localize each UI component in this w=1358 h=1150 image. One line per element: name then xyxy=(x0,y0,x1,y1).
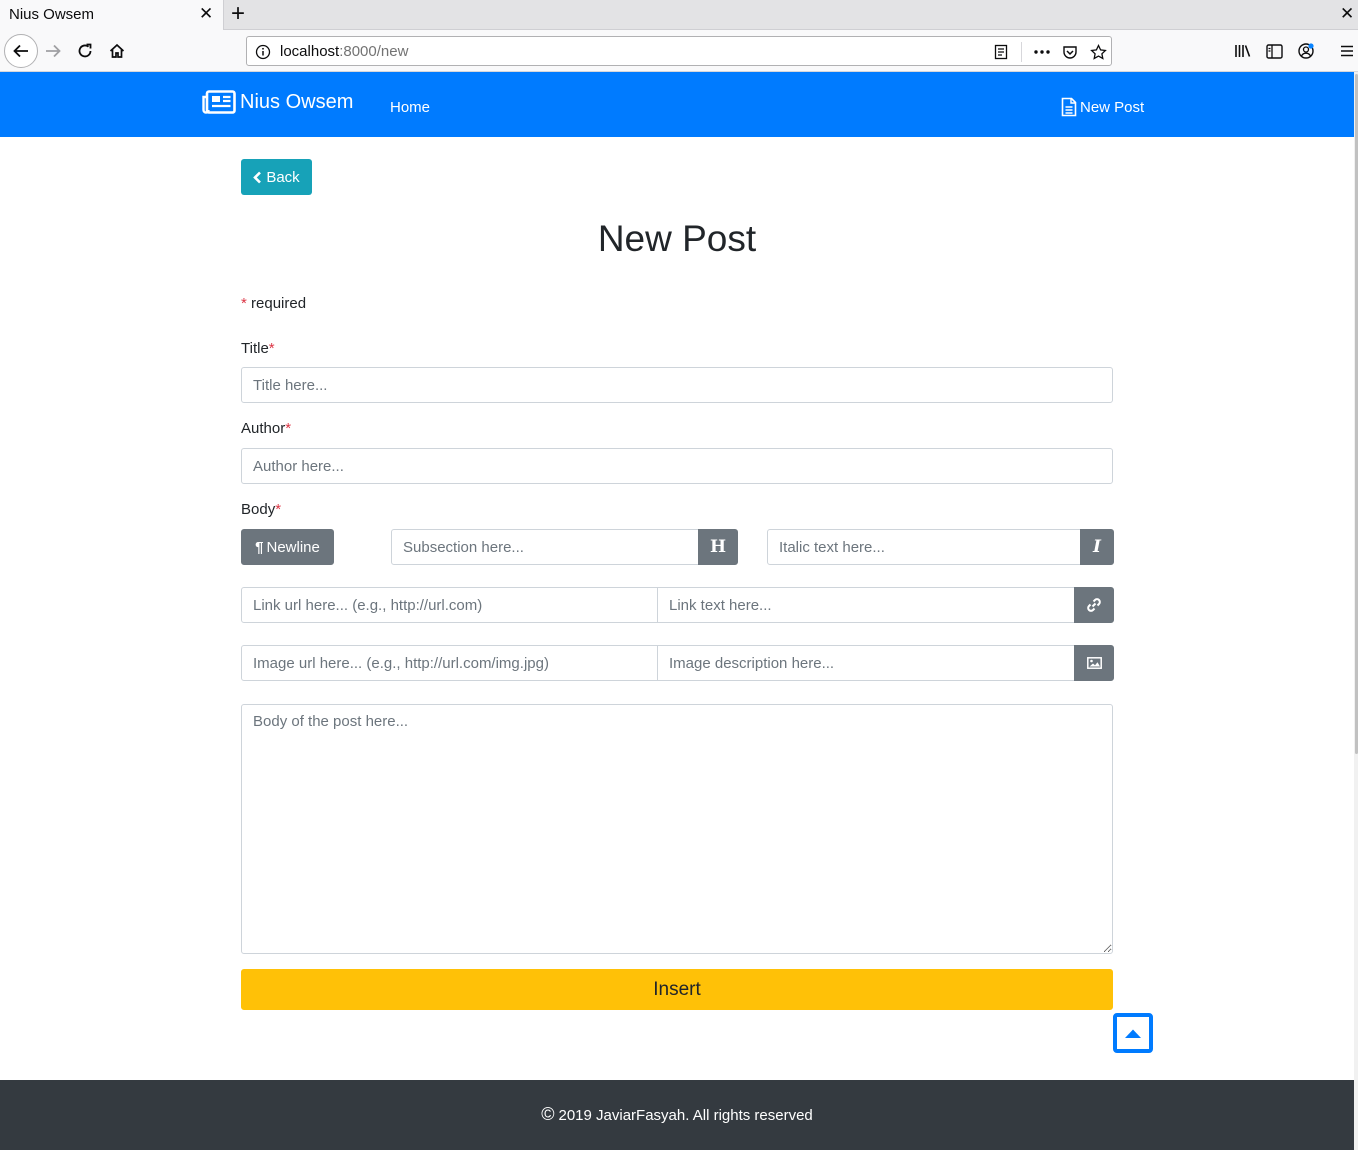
browser-back-icon[interactable] xyxy=(4,34,38,68)
nav-home-link[interactable]: Home xyxy=(390,99,430,116)
url-path: :8000/new xyxy=(339,43,409,60)
author-label: Author* xyxy=(241,420,291,437)
home-icon[interactable] xyxy=(102,36,132,66)
insert-button[interactable]: Insert xyxy=(241,969,1113,1010)
body-label-text: Body xyxy=(241,501,276,518)
browser-tab[interactable]: Nius Owsem ✕ xyxy=(0,0,224,30)
bookmark-star-icon[interactable] xyxy=(1087,41,1109,63)
required-star: * xyxy=(241,295,247,312)
title-required-star: * xyxy=(268,340,275,357)
back-button-label: Back xyxy=(266,168,300,186)
browser-tabstrip: Nius Owsem ✕ + ✕ xyxy=(0,0,1358,30)
tab-close-icon[interactable]: ✕ xyxy=(199,4,213,24)
url-host: localhost xyxy=(280,43,340,60)
pocket-icon[interactable] xyxy=(1059,41,1081,63)
author-input[interactable] xyxy=(241,448,1113,484)
footer-text: 2019 JaviarFasyah. All rights reserved xyxy=(558,1106,813,1124)
copyright-icon: © xyxy=(541,1103,555,1124)
back-button[interactable]: Back xyxy=(241,159,312,195)
url-bar[interactable]: localhost:8000/new xyxy=(246,36,1112,66)
insert-image-button[interactable] xyxy=(1074,645,1114,681)
link-icon xyxy=(1087,598,1101,612)
newspaper-icon xyxy=(202,90,236,114)
body-textarea[interactable] xyxy=(241,704,1113,954)
site-navbar: Nius Owsem Home New Post xyxy=(0,72,1354,137)
paragraph-icon: ¶ xyxy=(255,538,264,556)
heading-button[interactable]: H xyxy=(698,529,738,565)
browser-forward-icon[interactable] xyxy=(38,36,68,66)
image-icon xyxy=(1086,657,1102,669)
account-icon[interactable] xyxy=(1291,36,1321,66)
italic-input[interactable] xyxy=(767,529,1081,565)
window-close-icon[interactable]: ✕ xyxy=(1340,4,1354,24)
page-actions-icon[interactable] xyxy=(1031,41,1053,63)
image-description-input[interactable] xyxy=(657,645,1075,681)
url-separator xyxy=(1021,42,1022,62)
site-footer: © 2019 JaviarFasyah. All rights reserved xyxy=(0,1080,1354,1150)
reader-view-icon[interactable] xyxy=(990,41,1012,63)
insert-link-button[interactable] xyxy=(1074,587,1114,623)
body-required-star: * xyxy=(275,501,282,518)
page-title: New Post xyxy=(597,218,757,259)
author-required-star: * xyxy=(285,420,292,437)
caret-up-icon xyxy=(1125,1029,1141,1038)
italic-button[interactable]: I xyxy=(1080,529,1114,565)
scroll-to-top-button[interactable] xyxy=(1113,1013,1153,1053)
brand-link[interactable]: Nius Owsem xyxy=(202,90,353,114)
chevron-left-icon xyxy=(253,171,262,183)
tab-title: Nius Owsem xyxy=(9,6,95,23)
browser-toolbar: localhost:8000/new xyxy=(0,30,1358,72)
title-label-text: Title xyxy=(241,340,269,357)
title-input[interactable] xyxy=(241,367,1113,403)
site-info-icon[interactable] xyxy=(252,41,274,63)
link-url-input[interactable] xyxy=(241,587,658,623)
author-label-text: Author xyxy=(241,420,286,437)
url-text: localhost:8000/new xyxy=(280,43,408,60)
brand-name: Nius Owsem xyxy=(240,90,354,113)
newline-button-label: Newline xyxy=(266,538,320,556)
nav-new-post-link[interactable]: New Post xyxy=(1061,97,1144,117)
body-label: Body* xyxy=(241,501,281,518)
required-note: * required xyxy=(241,295,306,312)
file-icon xyxy=(1061,97,1077,117)
heading-icon: H xyxy=(709,537,727,557)
newline-button[interactable]: ¶ Newline xyxy=(241,529,334,565)
required-text: required xyxy=(251,295,307,312)
library-icon[interactable] xyxy=(1228,36,1258,66)
subsection-input[interactable] xyxy=(391,529,699,565)
italic-icon: I xyxy=(1093,537,1101,557)
sidebar-icon[interactable] xyxy=(1259,36,1289,66)
menu-icon[interactable] xyxy=(1332,36,1358,66)
image-url-input[interactable] xyxy=(241,645,658,681)
title-label: Title* xyxy=(241,340,275,357)
reload-icon[interactable] xyxy=(70,36,100,66)
link-text-input[interactable] xyxy=(657,587,1075,623)
nav-new-post-label: New Post xyxy=(1080,98,1145,116)
new-tab-icon[interactable]: + xyxy=(231,1,245,27)
